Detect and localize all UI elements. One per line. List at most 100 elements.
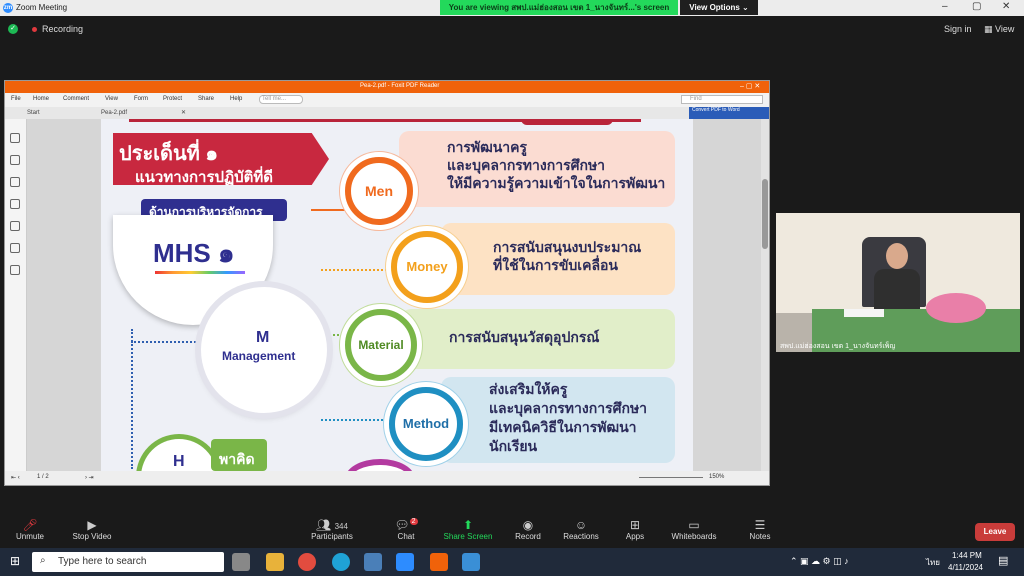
edge-icon[interactable]: [332, 553, 350, 571]
method-text-line-3: มีเทคนิควิธีในการพัฒนา: [489, 419, 637, 435]
attachment-icon[interactable]: [10, 221, 20, 231]
signature-icon[interactable]: [10, 265, 20, 275]
pdf-status-bar: ⇤ ‹ 1 / 2 › ⇥ 150%: [5, 471, 769, 485]
unmute-button[interactable]: 🎤︎ Unmute: [0, 518, 60, 541]
share-screen-button[interactable]: ⬆ Share Screen: [438, 518, 498, 541]
notes-button[interactable]: ☰ Notes: [730, 518, 790, 541]
participants-button[interactable]: 👥︎ 344 Participants: [302, 518, 362, 541]
view-button[interactable]: ▦ View: [984, 24, 1014, 35]
notifications-icon[interactable]: ▤: [998, 554, 1008, 567]
reactions-button[interactable]: ☺ Reactions: [551, 518, 611, 541]
record-button[interactable]: ◉ Record: [498, 518, 558, 541]
connector-vertical: [131, 329, 133, 469]
money-label: Money: [406, 259, 448, 274]
file-explorer-icon[interactable]: [266, 553, 284, 571]
pdf-vertical-scrollbar[interactable]: [761, 119, 769, 471]
pdf-title-bar: Pea-2.pdf - Foxit PDF Reader – ▢ ✕: [5, 81, 769, 93]
participants-icon: 👥︎ 344: [316, 518, 348, 532]
convert-pdf-to-word-button[interactable]: Convert PDF to Word: [689, 107, 769, 119]
find-input[interactable]: Find: [681, 95, 763, 104]
clock-date[interactable]: 4/11/2024: [948, 563, 983, 572]
chrome-icon[interactable]: [298, 553, 316, 571]
chat-icon: 💬︎ 2: [394, 518, 418, 532]
tell-me-input[interactable]: Tell me...: [259, 95, 303, 104]
stop-video-button[interactable]: ▶ Stop Video: [62, 518, 122, 541]
close-icon[interactable]: ✕: [1002, 1, 1010, 12]
menu-view[interactable]: View: [105, 96, 118, 102]
pdf-page-slide: ประเด็นที่ ๑ แนวทางการปฏิบัติที่ดี ด้านก…: [101, 119, 693, 471]
pdf-window-controls-icon[interactable]: – ▢ ✕: [740, 82, 760, 90]
share-screen-icon: ⬆: [462, 518, 474, 532]
connector-money: [321, 269, 391, 271]
sign-in-button[interactable]: Sign in: [944, 24, 972, 34]
system-tray-icons[interactable]: ⌃ ▣ ☁ ⚙ ◫ ♪: [790, 556, 849, 567]
connector-m: [131, 341, 203, 343]
window-title: Zoom Meeting: [16, 3, 68, 12]
view-options-label: View Options: [689, 3, 740, 12]
zoom-taskbar-icon[interactable]: [396, 553, 414, 571]
video-nameplate: [844, 309, 884, 317]
zoom-slider[interactable]: [639, 477, 703, 478]
page-indicator[interactable]: 1 / 2: [37, 474, 49, 480]
scroll-thumb[interactable]: [762, 179, 768, 249]
connector-method: [321, 419, 391, 421]
app-icon[interactable]: [364, 553, 382, 571]
whiteboards-button[interactable]: ▭ Whiteboards: [664, 518, 724, 541]
participant-video-tile[interactable]: สพป.แม่ฮ่องสอน เขต 1_นางจันทร์เพ็ญ: [776, 213, 1020, 352]
pdf-tab-bar: Start Pea-2.pdf ✕ Convert PDF to Word: [5, 107, 769, 119]
menu-help[interactable]: Help: [230, 96, 242, 102]
first-page-icon[interactable]: ⇤ ‹: [11, 474, 20, 481]
menu-form[interactable]: Form: [134, 96, 148, 102]
security-icon[interactable]: [10, 243, 20, 253]
maximize-icon[interactable]: ▢: [972, 1, 981, 12]
tab-pea-2[interactable]: Pea-2.pdf: [101, 110, 127, 116]
material-label: Material: [358, 338, 404, 352]
zoom-logo-icon: zm: [3, 3, 13, 13]
zoom-window: zm Zoom Meeting – ▢ ✕ You are viewing สพ…: [0, 0, 1024, 576]
slide-top-tab: [521, 119, 613, 125]
minimize-icon[interactable]: –: [942, 1, 948, 12]
zoom-level[interactable]: 150%: [709, 474, 724, 480]
menu-home[interactable]: Home: [33, 96, 49, 102]
tab-start[interactable]: Start: [27, 110, 40, 116]
h-sub-label: พาคิด: [219, 451, 255, 467]
view-label: View: [995, 24, 1015, 34]
taskbar-search-input[interactable]: ⌕ Type here to search: [32, 552, 224, 572]
leave-button[interactable]: Leave: [975, 523, 1015, 541]
notes-icon: ☰: [754, 518, 766, 532]
foxit-taskbar-icon[interactable]: [430, 553, 448, 571]
meeting-toolbar: 🎤︎ Unmute ▶ Stop Video 👥︎ 344 Participants …: [0, 512, 1024, 548]
layers-icon[interactable]: [10, 199, 20, 209]
tab-close-icon[interactable]: ✕: [181, 109, 186, 116]
recording-dot-icon: [32, 27, 37, 32]
management-label: Management: [222, 349, 296, 363]
pages-icon[interactable]: [10, 155, 20, 165]
mic-muted-icon: 🎤︎: [22, 518, 38, 532]
video-person-head: [886, 243, 908, 269]
participant-name: สพป.แม่ฮ่องสอน เขต 1_นางจันทร์เพ็ญ: [780, 343, 896, 350]
share-screen-label: Share Screen: [443, 532, 493, 541]
menu-comment[interactable]: Comment: [63, 96, 89, 102]
next-page-icon[interactable]: › ⇥: [85, 474, 94, 481]
meeting-top-bar: ✓ Recording Sign in ▦ View: [0, 16, 1024, 42]
security-shield-icon[interactable]: ✓: [8, 24, 18, 34]
windows-start-icon[interactable]: ⊞: [10, 554, 20, 568]
method-label: Method: [402, 416, 450, 431]
comment-icon[interactable]: [10, 177, 20, 187]
app-icon-2[interactable]: [462, 553, 480, 571]
men-label: Men: [365, 183, 393, 199]
chat-label: Chat: [397, 532, 415, 541]
chat-button[interactable]: 💬︎ 2 Chat: [376, 518, 436, 541]
stop-video-label: Stop Video: [72, 532, 112, 541]
menu-share[interactable]: Share: [198, 96, 214, 102]
task-view-icon[interactable]: [232, 553, 250, 571]
language-indicator[interactable]: ไทย: [926, 556, 940, 569]
menu-protect[interactable]: Protect: [163, 96, 182, 102]
apps-button[interactable]: ⊞ Apps: [605, 518, 665, 541]
clock-time[interactable]: 1:44 PM: [952, 551, 982, 560]
bookmark-icon[interactable]: [10, 133, 20, 143]
chat-badge: 2: [409, 518, 418, 525]
method-text-line-4: นักเรียน: [489, 438, 538, 454]
menu-file[interactable]: File: [11, 96, 21, 102]
view-options-button[interactable]: View Options ⌄: [680, 0, 758, 15]
